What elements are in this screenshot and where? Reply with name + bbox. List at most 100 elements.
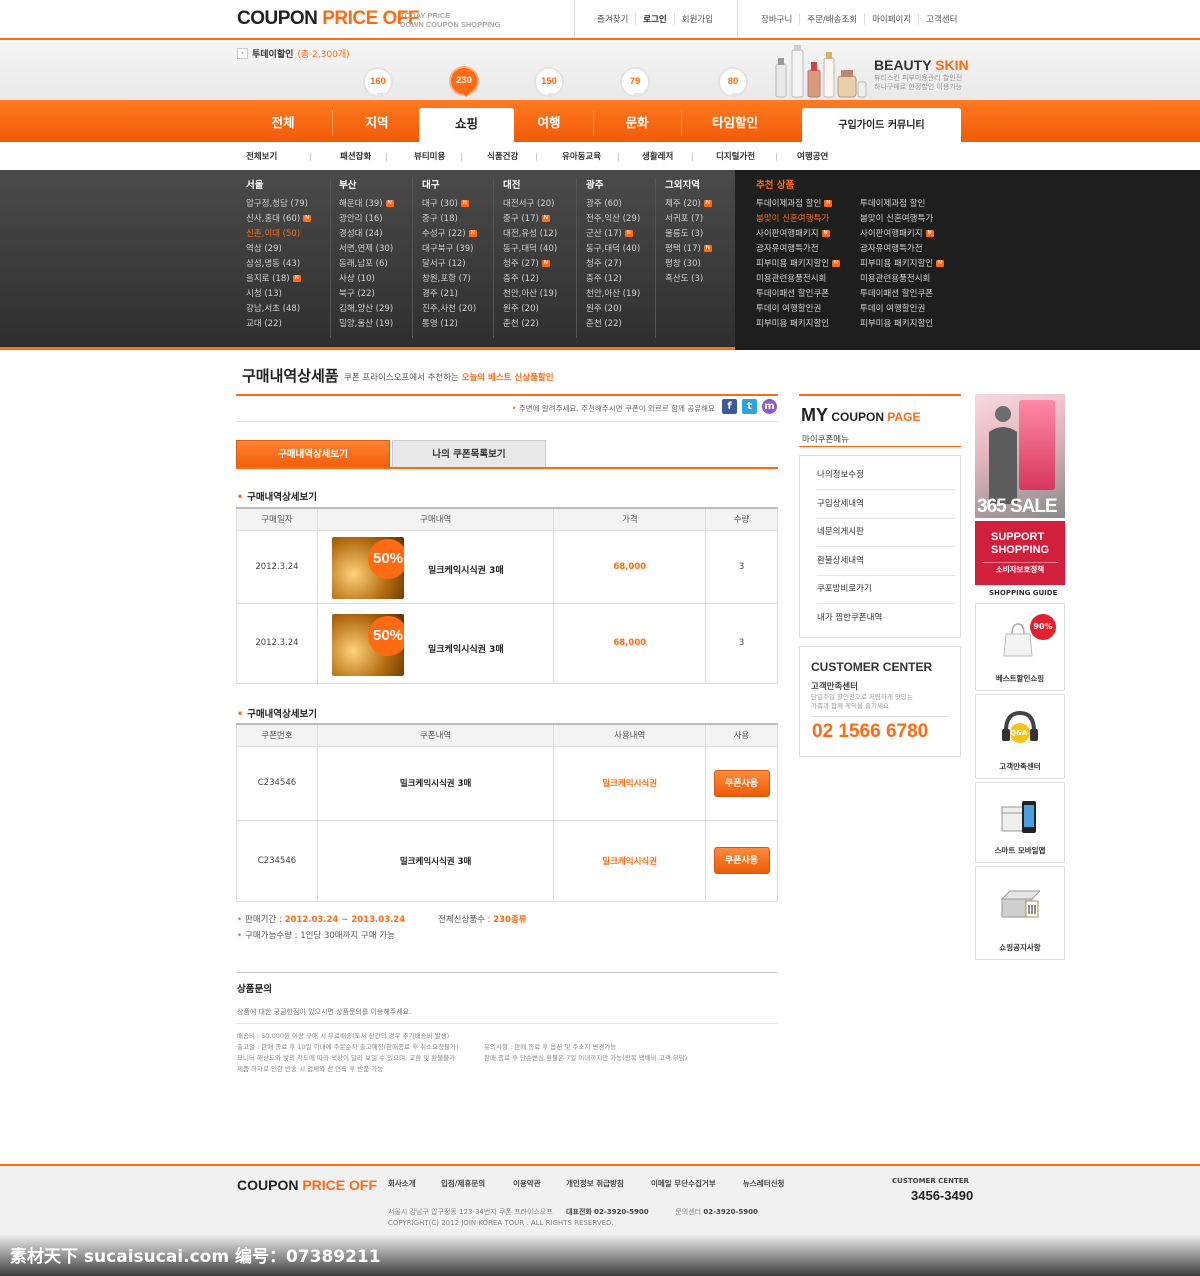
recommend-link[interactable]: 미용관련용품전시회 — [860, 272, 944, 287]
region-link[interactable]: 서면,연제 (30) — [339, 242, 394, 257]
region-link[interactable]: 광안리 (16) — [339, 212, 394, 227]
region-link[interactable]: 충주 (12) — [503, 272, 557, 287]
nav-shopping[interactable]: 쇼핑 — [419, 108, 514, 142]
twitter-icon[interactable]: t — [742, 399, 757, 414]
mypage-link[interactable]: 마이페이지 — [864, 13, 918, 25]
region-link[interactable]: 전주,익산 (29) — [586, 212, 640, 227]
recommend-link[interactable]: 피부미용 패키지할인 N — [756, 257, 841, 272]
region-link[interactable]: 수성구 (22) N — [422, 227, 477, 242]
recommend-link[interactable]: 피부미용 패키지할인 N — [860, 257, 945, 272]
region-link[interactable]: 동래,남포 (6) — [339, 257, 394, 272]
customer-center-link[interactable]: 고객센터 — [918, 13, 964, 25]
region-link[interactable]: 춘천 (22) — [503, 317, 557, 332]
footer-link-terms[interactable]: 이용약관 — [513, 1178, 541, 1189]
recommend-link[interactable]: 투데이 여행할인권 — [860, 302, 944, 317]
region-link[interactable]: 대전서구 (20) — [503, 197, 557, 212]
recommend-link[interactable]: 투데이패션 할인쿠폰 — [860, 287, 944, 302]
region-link[interactable]: 경성대 (24) — [339, 227, 394, 242]
region-link[interactable]: 충주 (12) — [586, 272, 640, 287]
recommend-link[interactable]: 사이판여행패키지 N — [756, 227, 840, 242]
support-shopping-banner[interactable]: SUPPORT SHOPPING 소비자보호정책 — [975, 521, 1065, 585]
nav-guide-community[interactable]: 구입가이드 커뮤니티 — [802, 108, 961, 142]
login-link[interactable]: 로그인 — [635, 13, 673, 25]
region-link[interactable]: 교대 (22) — [246, 317, 311, 332]
nav-region[interactable]: 지역 — [337, 100, 417, 142]
tab-purchase-detail[interactable]: 구매내역상세보기 — [236, 440, 390, 468]
nav-time-sale[interactable]: 타임할인 — [685, 100, 785, 142]
region-link[interactable]: 통영 (12) — [422, 317, 477, 332]
region-link[interactable]: 동구,대덕 (40) — [503, 242, 557, 257]
region-link[interactable]: 평택 (17) N — [665, 242, 712, 257]
region-link[interactable]: 원주 (20) — [586, 302, 640, 317]
region-link[interactable]: 경주 (21) — [422, 287, 477, 302]
guide-best-sale[interactable]: 90% 베스트할인쇼핑 — [975, 603, 1065, 691]
recommend-link[interactable]: 미용관련용품전시회 — [756, 272, 840, 287]
tab-my-coupons[interactable]: 나의 쿠폰목록보기 — [392, 440, 546, 468]
subnav-kids[interactable]: 유아동교육 — [562, 150, 601, 162]
region-link[interactable]: 청주 (27) N — [503, 257, 557, 272]
region-link[interactable]: 달서구 (12) — [422, 257, 477, 272]
footer-link-partnership[interactable]: 입점/제휴문의 — [441, 1178, 485, 1189]
region-link[interactable]: 역삼 (29) — [246, 242, 311, 257]
subnav-all[interactable]: 전체보기 — [246, 150, 277, 162]
region-link[interactable]: 동구,대덕 (40) — [586, 242, 640, 257]
region-link[interactable]: 해운대 (39) N — [339, 197, 394, 212]
facebook-icon[interactable]: f — [722, 399, 737, 414]
order-tracking-link[interactable]: 주문/배송조회 — [799, 13, 864, 25]
subnav-shows[interactable]: 여행공연 — [797, 150, 828, 162]
region-link[interactable]: 천안,아산 (19) — [503, 287, 557, 302]
footer-link-no-email[interactable]: 이메일 무단수집거부 — [651, 1178, 716, 1189]
subnav-food[interactable]: 식품건강 — [487, 150, 518, 162]
region-link[interactable]: 청주 (27) — [586, 257, 640, 272]
recommend-link[interactable]: 괌자유여행특가전 — [756, 242, 840, 257]
footer-link-about[interactable]: 회사소개 — [388, 1178, 416, 1189]
site-logo[interactable]: COUPON PRICE OFF — [237, 8, 420, 30]
signup-link[interactable]: 회원가입 — [673, 13, 720, 25]
use-coupon-button[interactable]: 쿠폰사용 — [713, 769, 770, 797]
recommend-link[interactable]: 투데이 여행할인권 — [756, 302, 840, 317]
region-link[interactable]: 광주 (60) — [586, 197, 640, 212]
menu-refund-history[interactable]: 환불상세내역 — [817, 554, 955, 576]
region-link[interactable]: 창원,포항 (7) — [422, 272, 477, 287]
region-link[interactable]: 평창 (30) — [665, 257, 712, 272]
footer-link-newsletter[interactable]: 뉴스레터신청 — [743, 1178, 784, 1189]
subnav-leisure[interactable]: 생활레저 — [642, 150, 673, 162]
subnav-digital[interactable]: 디지털가전 — [716, 150, 755, 162]
region-link[interactable]: 제주 (20) N — [665, 197, 712, 212]
region-link[interactable]: 대구북구 (39) — [422, 242, 477, 257]
region-link[interactable]: 춘천 (22) — [586, 317, 640, 332]
product-thumbnail[interactable]: 50% — [332, 537, 404, 599]
region-link[interactable]: 신사,홍대 (60) N — [246, 212, 312, 227]
region-link[interactable]: 시청 (13) — [246, 287, 311, 302]
recommend-link[interactable]: 피부미용 패키지할인 — [756, 317, 840, 332]
menu-wishlist[interactable]: 내가 찜한쿠폰내역 — [817, 611, 955, 632]
region-link[interactable]: 삼성,명동 (43) — [246, 257, 311, 272]
region-link[interactable]: 대구 (30) N — [422, 197, 477, 212]
menu-coupon-room[interactable]: 쿠포방비로가기 — [817, 582, 955, 604]
region-link[interactable]: 진주,사천 (20) — [422, 302, 477, 317]
footer-logo[interactable]: COUPON PRICE OFF — [237, 1177, 377, 1193]
region-link[interactable]: 밀양,울산 (19) — [339, 317, 394, 332]
guide-mobile-app[interactable]: 스마트 모바일앱 — [975, 782, 1065, 863]
beauty-skin-title[interactable]: BEAUTY SKIN — [874, 57, 969, 73]
recommend-link[interactable]: 투데이제과점 할인 N — [756, 197, 840, 212]
recommend-link[interactable]: 봄맞이 신혼여행특가 — [756, 212, 840, 227]
region-link[interactable]: 흑산도 (3) — [665, 272, 712, 287]
recommend-link[interactable]: 사이판여행패키지 N — [860, 227, 944, 242]
region-link[interactable]: 압구정,청담 (79) — [246, 197, 311, 212]
nav-all[interactable]: 전체 — [243, 100, 323, 142]
today-discount[interactable]: › 투데이할인 (총 2,300개) — [237, 47, 350, 60]
region-link[interactable]: 원주 (20) — [503, 302, 557, 317]
menu-purchase-history[interactable]: 구입상세내역 — [817, 497, 955, 519]
messenger-icon[interactable]: m — [762, 399, 777, 414]
region-link[interactable]: 울릉도 (3) — [665, 227, 712, 242]
region-link[interactable]: 대전,유성 (12) — [503, 227, 557, 242]
nav-travel[interactable]: 여행 — [509, 100, 589, 142]
recommend-link[interactable]: 투데이패션 할인쿠폰 — [756, 287, 840, 302]
region-link[interactable]: 중구 (18) — [422, 212, 477, 227]
recommend-link[interactable]: 피부미용 패키지할인 — [860, 317, 944, 332]
guide-customer-center[interactable]: Q&A 고객만족센터 — [975, 694, 1065, 779]
region-link[interactable]: 천안,아산 (19) — [586, 287, 640, 302]
subnav-fashion[interactable]: 패션잡화 — [340, 150, 371, 162]
menu-edit-info[interactable]: 나의정보수정 — [817, 468, 955, 490]
